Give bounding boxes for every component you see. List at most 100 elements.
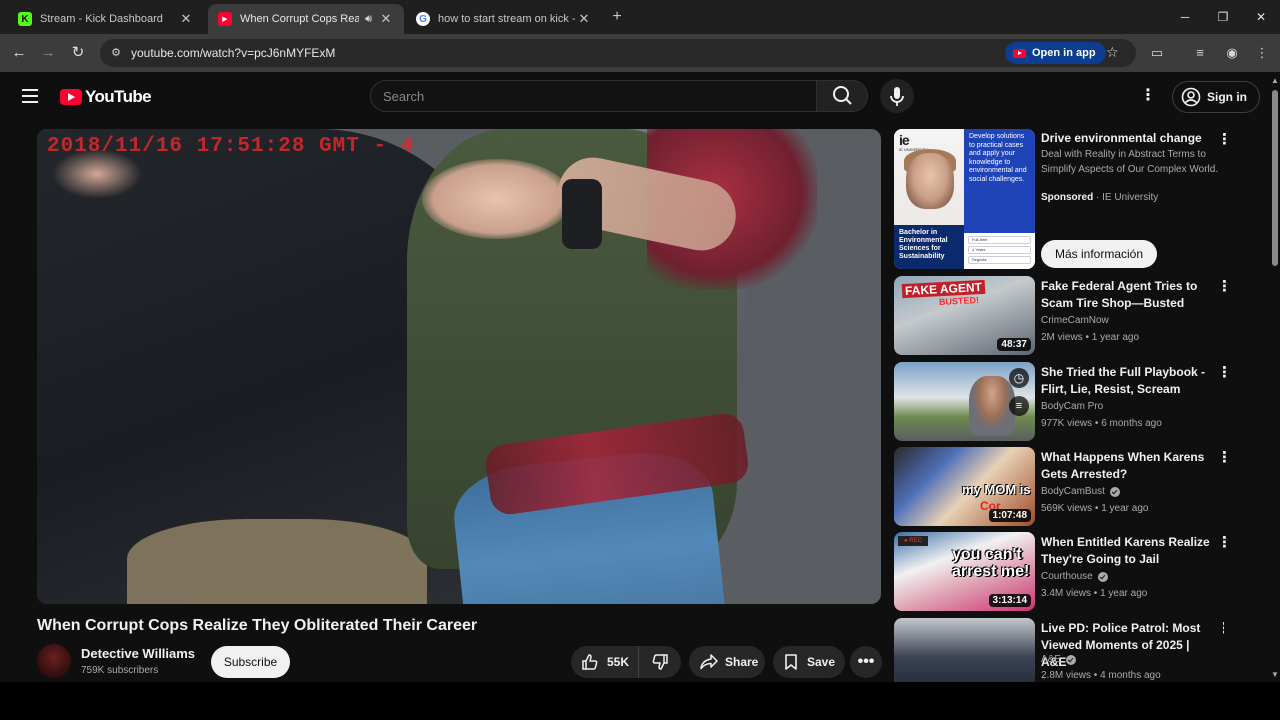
recommendation-title[interactable]: When Entitled Karens Realize They're Goi… [1041,534,1213,568]
scrollbar-thumb[interactable] [1272,90,1278,266]
verified-icon [1109,486,1120,497]
site-settings-icon[interactable]: ⚙ [108,45,124,61]
save-button[interactable]: Save [773,646,845,678]
share-button[interactable]: Share [689,646,765,678]
recommendation-menu-icon[interactable]: ⋮ [1217,278,1232,296]
channel-name[interactable]: Detective Williams [81,646,195,661]
recommendation-item[interactable]: ◷ ≡ She Tried the Full Playbook - Flirt,… [894,362,1232,444]
ad-copy-text: Develop solutions to practical cases and… [964,129,1035,233]
ad-thumbnail[interactable]: ie IE UNIVERSITY Bachelor in Environment… [894,129,1035,269]
open-in-app-button[interactable]: Open in app [1005,42,1106,64]
close-icon[interactable]: ✕ [378,11,394,27]
tab-title: how to start stream on kick - G [438,13,576,25]
recommendation-title[interactable]: Fake Federal Agent Tries to Scam Tire Sh… [1041,278,1213,312]
duration-badge: 1:07:48 [988,509,1031,522]
video-frame-shape [127,519,427,604]
search-box [370,80,816,112]
duration-badge: 48:37 [997,338,1031,351]
youtube-logo[interactable]: YouTube [60,87,152,107]
scroll-up-icon[interactable]: ▲ [1271,76,1279,85]
recommendation-thumbnail[interactable]: FAKE AGENT BUSTED! 48:37 [894,276,1035,355]
recommendation-thumbnail[interactable]: ◷ ≡ [894,362,1035,441]
recommendation-title[interactable]: What Happens When Karens Gets Arrested? [1041,449,1213,483]
more-actions-button[interactable]: ••• [850,646,882,678]
google-icon: G [416,12,430,26]
ad-program-tag: Bachelor in Environmental Sciences for S… [894,225,964,269]
tab-google-search[interactable]: G how to start stream on kick - G ✕ [406,4,602,34]
recommendation-item[interactable]: FAKE AGENT BUSTED! 48:37 Fake Federal Ag… [894,276,1232,358]
recommendation-channel[interactable]: CrimeCamNow [1041,315,1109,326]
hamburger-menu-icon[interactable] [22,89,38,103]
youtube-masthead: YouTube ⋮ Sign in [0,72,1270,122]
close-window-icon[interactable]: ✕ [1250,6,1272,28]
dislike-button[interactable] [639,653,681,671]
sign-in-label: Sign in [1207,90,1247,104]
recommendation-meta: 2.8M views • 4 months ago [1041,670,1161,681]
page-scrollbar[interactable] [1270,72,1280,682]
recommendation-channel[interactable]: A&E [1041,654,1077,665]
close-icon[interactable]: ✕ [576,11,592,27]
recommendation-menu-icon[interactable]: ⋮ [1217,620,1224,638]
thumbnail-text: you can't arrest me! [952,546,1030,580]
profile-icon[interactable]: ◉ [1222,43,1242,63]
maximize-icon[interactable]: ❐ [1212,6,1234,28]
channel-avatar[interactable] [37,644,71,678]
search-button[interactable] [816,80,868,112]
tab-kick-dashboard[interactable]: K Stream - Kick Dashboard ✕ [8,4,204,34]
reload-icon[interactable]: ↻ [67,42,89,64]
rec-indicator-icon: ● REC [898,536,928,546]
ad-cta-button[interactable]: Más información [1041,240,1157,268]
recommendation-menu-icon[interactable]: ⋮ [1217,364,1232,382]
upload-age: 1 year ago [1101,503,1149,514]
subscribe-button[interactable]: Subscribe [211,646,290,678]
voice-search-button[interactable] [880,79,914,113]
speaker-icon[interactable]: 🔊︎ [365,13,372,26]
recommendation-thumbnail[interactable] [894,618,1035,682]
bookmark-star-icon[interactable]: ☆ [1106,44,1119,61]
recommendation-title[interactable]: She Tried the Full Playbook - Flirt, Lie… [1041,364,1213,398]
scroll-down-icon[interactable]: ▼ [1271,670,1279,679]
browser-menu-icon[interactable]: ⋮ [1252,43,1272,63]
recommendation-channel[interactable]: Courthouse [1041,571,1108,582]
ad-title[interactable]: Drive environmental change [1041,131,1202,145]
new-tab-icon[interactable]: + [608,8,626,26]
video-player[interactable]: 2018/11/16 17:51:28 GMT - 4 [37,129,881,604]
ad-description: Deal with Reality in Abstract Terms to S… [1041,149,1219,175]
cast-icon[interactable]: ▭ [1147,43,1167,63]
open-in-app-label: Open in app [1032,47,1096,59]
recommendation-menu-icon[interactable]: ⋮ [1217,534,1232,552]
view-count: 569K views [1041,503,1093,514]
kick-icon: K [18,12,32,26]
recommendation-item[interactable]: Live PD: Police Patrol: Most Viewed Mome… [894,618,1224,682]
back-icon[interactable]: ← [8,42,30,64]
channel-label: Courthouse [1041,571,1093,582]
like-button[interactable]: 55K [571,646,639,678]
recommendation-menu-icon[interactable]: ⋮ [1217,449,1232,467]
recommendation-item[interactable]: my MOM is Cor 1:07:48 What Happens When … [894,447,1232,529]
ad-image-left: ie IE UNIVERSITY Bachelor in Environment… [894,129,964,269]
settings-menu-icon[interactable]: ⋮ [1140,86,1156,106]
tab-title: When Corrupt Cops Realize [240,13,360,25]
recommendation-channel[interactable]: BodyCamBust [1041,486,1120,497]
address-bar[interactable]: ⚙ youtube.com/watch?v=pcJ6nMYFExM Open i… [100,39,1136,67]
forward-icon[interactable]: → [37,42,59,64]
tab-youtube-video[interactable]: ▶ When Corrupt Cops Realize 🔊︎ ✕ [208,4,404,34]
recommendation-thumbnail[interactable]: my MOM is Cor 1:07:48 [894,447,1035,526]
url-text[interactable]: youtube.com/watch?v=pcJ6nMYFExM [131,46,335,60]
close-icon[interactable]: ✕ [178,11,194,27]
recommendation-thumbnail[interactable]: ● REC you can't arrest me! 3:13:14 [894,532,1035,611]
verified-icon [1066,654,1077,665]
recommendation-channel[interactable]: BodyCam Pro [1041,401,1103,412]
video-frame-shape [562,179,602,249]
recommendation-item[interactable]: ● REC you can't arrest me! 3:13:14 When … [894,532,1232,614]
search-input[interactable] [371,81,816,111]
media-controls-icon[interactable]: ≡ [1190,43,1210,63]
youtube-icon: ▶ [218,12,232,26]
subscriber-count: 759K subscribers [81,665,159,676]
minimize-icon[interactable]: ─ [1174,6,1196,28]
add-to-queue-icon[interactable]: ≡ [1009,396,1029,416]
like-count: 55K [607,655,630,669]
ad-menu-icon[interactable]: ⋮ [1217,131,1232,149]
sign-in-button[interactable]: Sign in [1172,81,1260,113]
watch-later-icon[interactable]: ◷ [1009,368,1029,388]
